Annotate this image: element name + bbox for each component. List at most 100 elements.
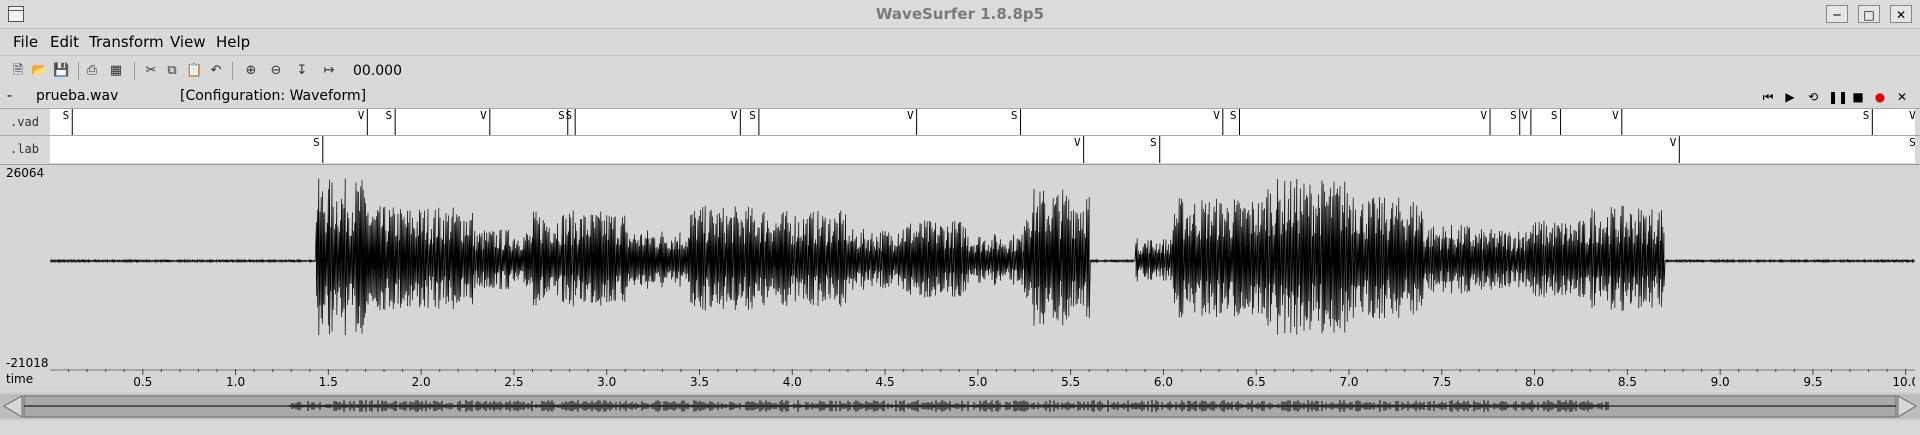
menu-transform[interactable]: Transform: [89, 33, 164, 51]
axis-tick-label: 5.5: [1061, 375, 1080, 389]
menu-help[interactable]: Help: [216, 33, 250, 51]
stop-icon[interactable]: ■: [1850, 90, 1866, 104]
sound-header: - prueba.wav [Configuration: Waveform] ⏮…: [0, 86, 1920, 109]
cut-icon[interactable]: ✂: [143, 63, 159, 79]
vad-mark-label: V: [907, 109, 914, 122]
lab-mark-label: S: [313, 136, 320, 149]
pause-icon[interactable]: ❚❚: [1828, 90, 1848, 104]
new-file-icon[interactable]: 🗎: [10, 63, 26, 79]
undo-icon[interactable]: ↶: [208, 63, 224, 79]
axis-tick-label: 4.0: [783, 375, 802, 389]
axis-tick-label: 3.5: [690, 375, 709, 389]
zoom-out-icon[interactable]: ⊖: [268, 63, 284, 79]
vad-mark-label: V: [1909, 109, 1915, 122]
zoom-in-icon[interactable]: ⊕: [243, 63, 259, 79]
vad-tier-pane[interactable]: SVSVSSVSVSVSVSVSVSV: [50, 109, 1915, 135]
lab-mark-label: S: [1150, 136, 1157, 149]
time-axis-label: time: [6, 372, 34, 386]
open-folder-icon[interactable]: 📂: [31, 63, 47, 79]
close-window-button[interactable]: ✕: [1890, 5, 1912, 23]
axis-tick-label: 4.5: [876, 375, 895, 389]
axis-tick-label: 1.0: [226, 375, 245, 389]
copy-icon[interactable]: ⧉: [164, 63, 180, 79]
amplitude-min-label: -21018: [6, 356, 49, 370]
zoom-fit-icon[interactable]: ↧: [294, 63, 310, 79]
axis-tick-label: 7.0: [1339, 375, 1358, 389]
axis-tick-label: 9.0: [1711, 375, 1730, 389]
play-icon[interactable]: ▶: [1782, 90, 1798, 104]
axis-tick-label: 10.0: [1892, 375, 1915, 389]
close-sound-icon[interactable]: ✕: [1894, 90, 1910, 104]
waveform-plot[interactable]: [50, 165, 1915, 370]
amplitude-max-label: 26064: [6, 166, 45, 180]
toolbar-separator: [232, 62, 233, 80]
vad-mark-label: V: [480, 109, 487, 122]
vad-mark-label: V: [358, 109, 365, 122]
zoom-selection-icon[interactable]: ↦: [321, 63, 337, 79]
axis-tick-label: 6.0: [1154, 375, 1173, 389]
axis-tick-label: 2.5: [504, 375, 523, 389]
axis-tick-label: 8.5: [1618, 375, 1637, 389]
maximize-button[interactable]: □: [1858, 5, 1880, 23]
time-readout: 00.000: [353, 63, 402, 79]
waveform-pane[interactable]: 26064 -21018: [0, 164, 1920, 371]
overview-waveform[interactable]: [0, 392, 1920, 421]
vad-mark-label: S: [1011, 109, 1018, 122]
vad-mark-label: S: [1863, 109, 1870, 122]
vad-mark-label: S: [386, 109, 393, 122]
overview-scrollbar[interactable]: [0, 392, 1920, 421]
toolbar-separator: [134, 62, 135, 80]
axis-tick-label: 7.5: [1432, 375, 1451, 389]
menu-file[interactable]: File: [13, 33, 38, 51]
vad-tier[interactable]: .vad SVSVSSVSVSVSVSVSVSV: [0, 109, 1920, 136]
vad-mark-label: S: [1551, 109, 1558, 122]
waveform-trace: [50, 178, 1915, 336]
configuration-label: [Configuration: Waveform]: [180, 88, 367, 104]
axis-tick-label: 5.0: [968, 375, 987, 389]
vad-mark-label: S: [1510, 109, 1517, 122]
menu-bar: File Edit Transform View Help: [0, 29, 1920, 56]
vad-mark-label: S: [1230, 109, 1237, 122]
minimize-button[interactable]: ─: [1826, 5, 1848, 23]
vad-mark-label: S: [749, 109, 756, 122]
lab-tier-pane[interactable]: SVSVS: [50, 136, 1915, 163]
vad-mark-label: S: [566, 109, 573, 122]
sound-filename: prueba.wav: [36, 88, 119, 104]
bottom-strip: [0, 421, 1920, 435]
vad-mark-label: V: [1213, 109, 1220, 122]
record-icon[interactable]: ●: [1872, 90, 1888, 104]
properties-icon[interactable]: ▦: [108, 63, 124, 79]
axis-tick-label: 8.0: [1525, 375, 1544, 389]
lab-mark-label: V: [1074, 136, 1081, 149]
vad-mark-label: V: [731, 109, 738, 122]
menu-edit[interactable]: Edit: [50, 33, 79, 51]
lab-mark-label: V: [1670, 136, 1677, 149]
axis-tick-label: 2.0: [412, 375, 431, 389]
time-axis: time 0.5 1.0 1.5 2.0 2.5 3.0 3.5 4.0 4.5 5.0 5.5 6.…: [0, 369, 1920, 391]
toolbar-separator: [78, 62, 79, 80]
axis-tick-label: 0.5: [133, 375, 152, 389]
axis-tick-label: 9.5: [1803, 375, 1822, 389]
sound-menu-dash[interactable]: -: [7, 88, 12, 104]
vad-tier-label: .vad: [10, 115, 39, 129]
axis-tick-label: 3.0: [597, 375, 616, 389]
vad-mark-label: V: [1612, 109, 1619, 122]
menu-view[interactable]: View: [170, 33, 206, 51]
loop-play-icon[interactable]: ⟲: [1805, 90, 1821, 104]
vad-mark-label: S: [63, 109, 70, 122]
window-title: WaveSurfer 1.8.8p5: [875, 5, 1045, 23]
print-icon[interactable]: ⎙: [84, 63, 100, 79]
axis-tick-label: 6.5: [1247, 375, 1266, 389]
paste-icon[interactable]: 📋: [186, 63, 202, 79]
title-bar: WaveSurfer 1.8.8p5 ─ □ ✕: [0, 0, 1920, 29]
time-axis-ticks: 0.5 1.0 1.5 2.0 2.5 3.0 3.5 4.0 4.5 5.0 5.5 6.0 6.5 7…: [50, 369, 1915, 389]
toolbar: 🗎 📂 💾 ⎙ ▦ ✂ ⧉ 📋 ↶ ⊕ ⊖ ↧ ↦ 00.000: [0, 56, 1920, 87]
lab-tier-label: .lab: [10, 142, 39, 156]
axis-tick-label: 1.5: [319, 375, 338, 389]
lab-tier[interactable]: .lab S V S V S: [0, 136, 1920, 163]
rewind-icon[interactable]: ⏮: [1760, 90, 1776, 104]
vad-mark-label: S: [558, 109, 565, 122]
save-icon[interactable]: 💾: [53, 63, 69, 79]
lab-mark-label: S: [1909, 136, 1915, 149]
vad-mark-label: V: [1480, 109, 1487, 122]
